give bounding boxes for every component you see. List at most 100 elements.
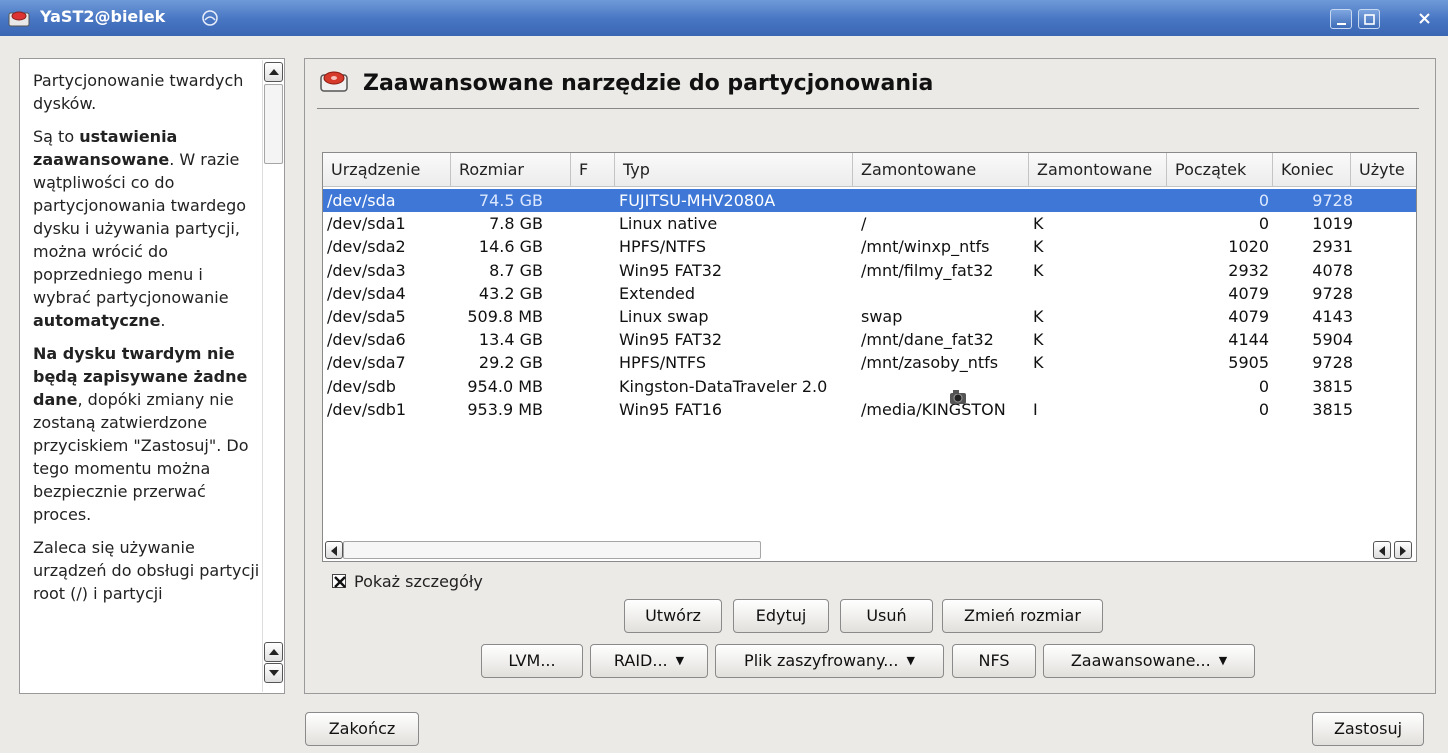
table-cell: 74.5 GB — [478, 191, 543, 210]
help-text-span: Partycjonowanie twardych dysków. — [33, 71, 244, 113]
apply-button[interactable]: Zastosuj — [1312, 712, 1424, 746]
column-header[interactable]: Typ — [615, 153, 853, 187]
page-title: Zaawansowane narzędzie do partycjonowani… — [363, 71, 934, 96]
table-cell: Extended — [619, 283, 695, 303]
table-cell: 7.8 GB — [489, 214, 543, 234]
checkbox-checked-icon[interactable] — [332, 574, 346, 588]
show-details-label: Pokaż szczegóły — [354, 571, 483, 591]
table-row[interactable]: /dev/sda6 13.4 GB Win95 FAT32/mnt/dane_fat… — [323, 328, 1416, 351]
scroll-up-arrow-icon[interactable] — [264, 62, 283, 82]
create-button[interactable]: Utwórz — [624, 599, 722, 633]
scroll-up-arrow-icon[interactable] — [264, 642, 283, 662]
scroll-left-arrow-icon[interactable] — [325, 541, 343, 559]
table-cell: 29.2 GB — [478, 353, 543, 373]
scroll-right-arrow-icon[interactable] — [1394, 541, 1412, 559]
table-cell: 954.0 MB — [467, 376, 543, 396]
table-row[interactable]: /dev/sdb1 953.9 MB Win95 FAT16/media/KINGS… — [323, 398, 1416, 421]
table-cell: 13.4 GB — [478, 330, 543, 350]
yast-app-icon — [8, 11, 30, 27]
delete-button-label: Usuń — [866, 606, 907, 625]
table-cell: /dev/sda — [327, 191, 396, 210]
table-cell: K — [1033, 214, 1044, 234]
help-scrollbar[interactable] — [262, 60, 283, 692]
table-cell: 5904 — [1312, 330, 1353, 350]
help-scroll-thumb[interactable] — [264, 84, 283, 164]
window-titlebar[interactable]: YaST2@bielek — [0, 0, 1448, 36]
table-cell: /mnt/dane_fat32 — [861, 330, 994, 350]
quit-button[interactable]: Zakończ — [305, 712, 419, 746]
column-header[interactable]: Użyte — [1351, 153, 1416, 187]
table-cell — [571, 375, 611, 398]
table-cell: /media/KINGSTON — [861, 399, 1006, 419]
table-row[interactable]: /dev/sda4 43.2 GB Extended 4079 9728 — [323, 282, 1416, 305]
help-panel[interactable]: Partycjonowanie twardych dysków. Są to us… — [19, 58, 285, 694]
table-scroll-thumb[interactable] — [343, 541, 761, 559]
table-row[interactable]: /dev/sda7 29.2 GB HPFS/NTFS/mnt/zasoby_ntf… — [323, 351, 1416, 374]
sticky-pin-icon[interactable] — [200, 9, 220, 27]
column-header[interactable]: Zamontowane — [1029, 153, 1167, 187]
column-header[interactable]: Rozmiar — [451, 153, 571, 187]
table-row[interactable]: /dev/sda 74.5 GB FUJITSU-MHV2080A 0 9728 — [323, 189, 1416, 212]
table-cell: HPFS/NTFS — [619, 353, 706, 373]
main-panel: Zaawansowane narzędzie do partycjonowani… — [304, 58, 1436, 694]
edit-button[interactable]: Edytuj — [733, 599, 829, 633]
table-cell: 2931 — [1312, 237, 1353, 257]
expert-button[interactable]: Zaawansowane... ▼ — [1043, 644, 1255, 678]
table-cell: 5905 — [1228, 353, 1269, 373]
column-header[interactable]: Zamontowane — [853, 153, 1029, 187]
table-cell: 2932 — [1228, 260, 1269, 280]
table-cell: /mnt/zasoby_ntfs — [861, 353, 999, 373]
raid-button[interactable]: RAID... ▼ — [590, 644, 708, 678]
table-cell: K — [1033, 330, 1044, 350]
scroll-left-arrow-icon[interactable] — [1373, 541, 1391, 559]
table-row[interactable]: /dev/sda2 14.6 GB HPFS/NTFS/mnt/winxp_ntfs… — [323, 235, 1416, 258]
partition-table[interactable]: Urządzenie Rozmiar F Typ Zamontowane Zamontow… — [322, 152, 1417, 562]
table-cell — [571, 235, 611, 258]
table-cell: Linux native — [619, 214, 718, 234]
table-cell: 1020 — [1228, 237, 1269, 257]
table-cell: 8.7 GB — [489, 260, 543, 280]
table-cell: K — [1033, 260, 1044, 280]
close-icon[interactable] — [1414, 9, 1436, 29]
table-horizontal-scrollbar[interactable] — [323, 539, 1416, 561]
column-header[interactable]: Początek — [1167, 153, 1273, 187]
window-title: YaST2@bielek — [40, 7, 166, 26]
table-cell: 0 — [1258, 376, 1269, 396]
table-cell: 0 — [1258, 191, 1269, 210]
table-cell: /dev/sda4 — [327, 283, 406, 303]
maximize-icon[interactable] — [1358, 9, 1380, 29]
table-cell — [571, 351, 611, 374]
table-cell — [861, 375, 1029, 398]
expert-button-label: Zaawansowane... — [1070, 651, 1211, 670]
column-header[interactable]: Koniec — [1273, 153, 1351, 187]
table-row[interactable]: /dev/sdb 954.0 MB Kingston-DataTraveler 2.… — [323, 375, 1416, 398]
resize-button[interactable]: Zmień rozmiar — [942, 599, 1103, 633]
chevron-down-icon: ▼ — [675, 654, 685, 667]
column-header[interactable]: F — [571, 153, 615, 187]
table-cell: /dev/sda3 — [327, 260, 406, 280]
table-row[interactable]: /dev/sda1 7.8 GB Linux native / K 0 1019 — [323, 212, 1416, 235]
column-header[interactable]: Urządzenie — [323, 153, 451, 187]
table-cell — [571, 305, 611, 328]
table-cell: 953.9 MB — [467, 399, 543, 419]
table-cell: /dev/sda1 — [327, 214, 406, 234]
nfs-button[interactable]: NFS — [952, 644, 1036, 678]
table-cell — [571, 189, 611, 212]
table-cell: swap — [861, 307, 903, 326]
crypt-file-button[interactable]: Plik zaszyfrowany... ▼ — [715, 644, 944, 678]
chevron-down-icon: ▼ — [906, 654, 915, 667]
edit-button-label: Edytuj — [755, 606, 807, 625]
table-cell: 4143 — [1312, 307, 1353, 326]
crypt-file-button-label: Plik zaszyfrowany... — [744, 651, 899, 670]
table-cell — [571, 398, 611, 421]
minimize-icon[interactable] — [1330, 9, 1352, 29]
help-paragraph: Są to ustawienia zaawansowane. W razie w… — [33, 125, 263, 332]
delete-button[interactable]: Usuń — [840, 599, 933, 633]
lvm-button-label: LVM... — [508, 651, 556, 670]
show-details-checkbox[interactable]: Pokaż szczegóły — [332, 569, 483, 593]
table-row[interactable]: /dev/sda3 8.7 GB Win95 FAT32/mnt/filmy_fat… — [323, 259, 1416, 282]
table-cell — [1033, 375, 1163, 398]
scroll-down-arrow-icon[interactable] — [264, 663, 283, 683]
lvm-button[interactable]: LVM... — [481, 644, 583, 678]
table-row[interactable]: /dev/sda5 509.8 MB Linux swap swap K 4079 4143 — [323, 305, 1416, 328]
